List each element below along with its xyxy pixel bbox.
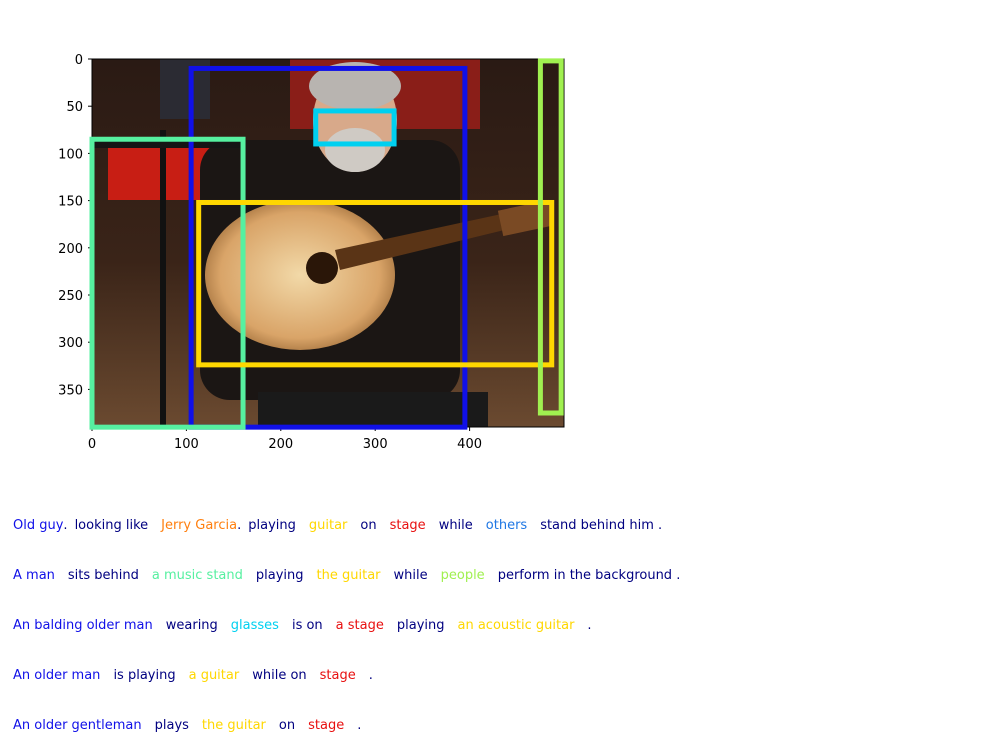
caption-segment: stage: [319, 668, 356, 683]
caption-segment: stage: [308, 718, 345, 733]
caption-segment: wearing: [165, 618, 218, 633]
caption-segment: a guitar: [188, 668, 240, 683]
caption-segment: An older man: [13, 668, 101, 683]
caption-segment: on: [278, 718, 296, 733]
caption-segment: is playing: [113, 668, 176, 683]
caption-segment: plays: [154, 718, 189, 733]
caption-list: Old guy. looking like Jerry Garcia. playing…: [0, 0, 1000, 733]
caption-segment: is on: [291, 618, 323, 633]
caption-segment: An older gentleman: [13, 718, 142, 733]
caption-segment: the guitar: [201, 718, 266, 733]
caption-segment: sits behind: [67, 568, 139, 583]
caption-segment: on: [360, 518, 377, 533]
caption-segment: others: [485, 518, 528, 533]
caption-segment: while: [393, 568, 428, 583]
caption-segment: playing: [255, 568, 304, 583]
caption-line: An older man is playing a guitar while on st…: [13, 668, 386, 688]
caption-line: Old guy. looking like Jerry Garcia. playing…: [13, 518, 675, 538]
caption-segment: while on: [252, 668, 307, 683]
caption-segment: playing: [248, 518, 296, 533]
caption-segment: .: [63, 518, 68, 533]
caption-segment: people: [440, 568, 485, 583]
caption-segment: a music stand: [151, 568, 243, 583]
caption-segment: playing: [396, 618, 445, 633]
caption-segment: a stage: [335, 618, 384, 633]
caption-segment: looking like: [74, 518, 149, 533]
caption-segment: .: [587, 618, 592, 633]
caption-segment: stage: [389, 518, 426, 533]
caption-segment: while: [438, 518, 473, 533]
caption-segment: the guitar: [316, 568, 381, 583]
caption-segment: Jerry Garcia: [161, 518, 238, 533]
caption-line: A man sits behind a music stand playing the …: [13, 568, 693, 588]
caption-segment: .: [368, 668, 373, 683]
caption-line: An balding older man wearing glasses is on a…: [13, 618, 605, 638]
caption-segment: A man: [13, 568, 55, 583]
caption-segment: .: [357, 718, 362, 733]
caption-segment: perform in the background .: [497, 568, 681, 583]
caption-segment: An balding older man: [13, 618, 153, 633]
caption-segment: glasses: [230, 618, 279, 633]
caption-segment: .: [237, 518, 242, 533]
caption-line: An older gentleman plays the guitar on stage…: [13, 718, 374, 738]
caption-segment: guitar: [308, 518, 348, 533]
caption-segment: Old guy: [13, 518, 64, 533]
caption-segment: stand behind him .: [540, 518, 663, 533]
caption-segment: an acoustic guitar: [457, 618, 575, 633]
